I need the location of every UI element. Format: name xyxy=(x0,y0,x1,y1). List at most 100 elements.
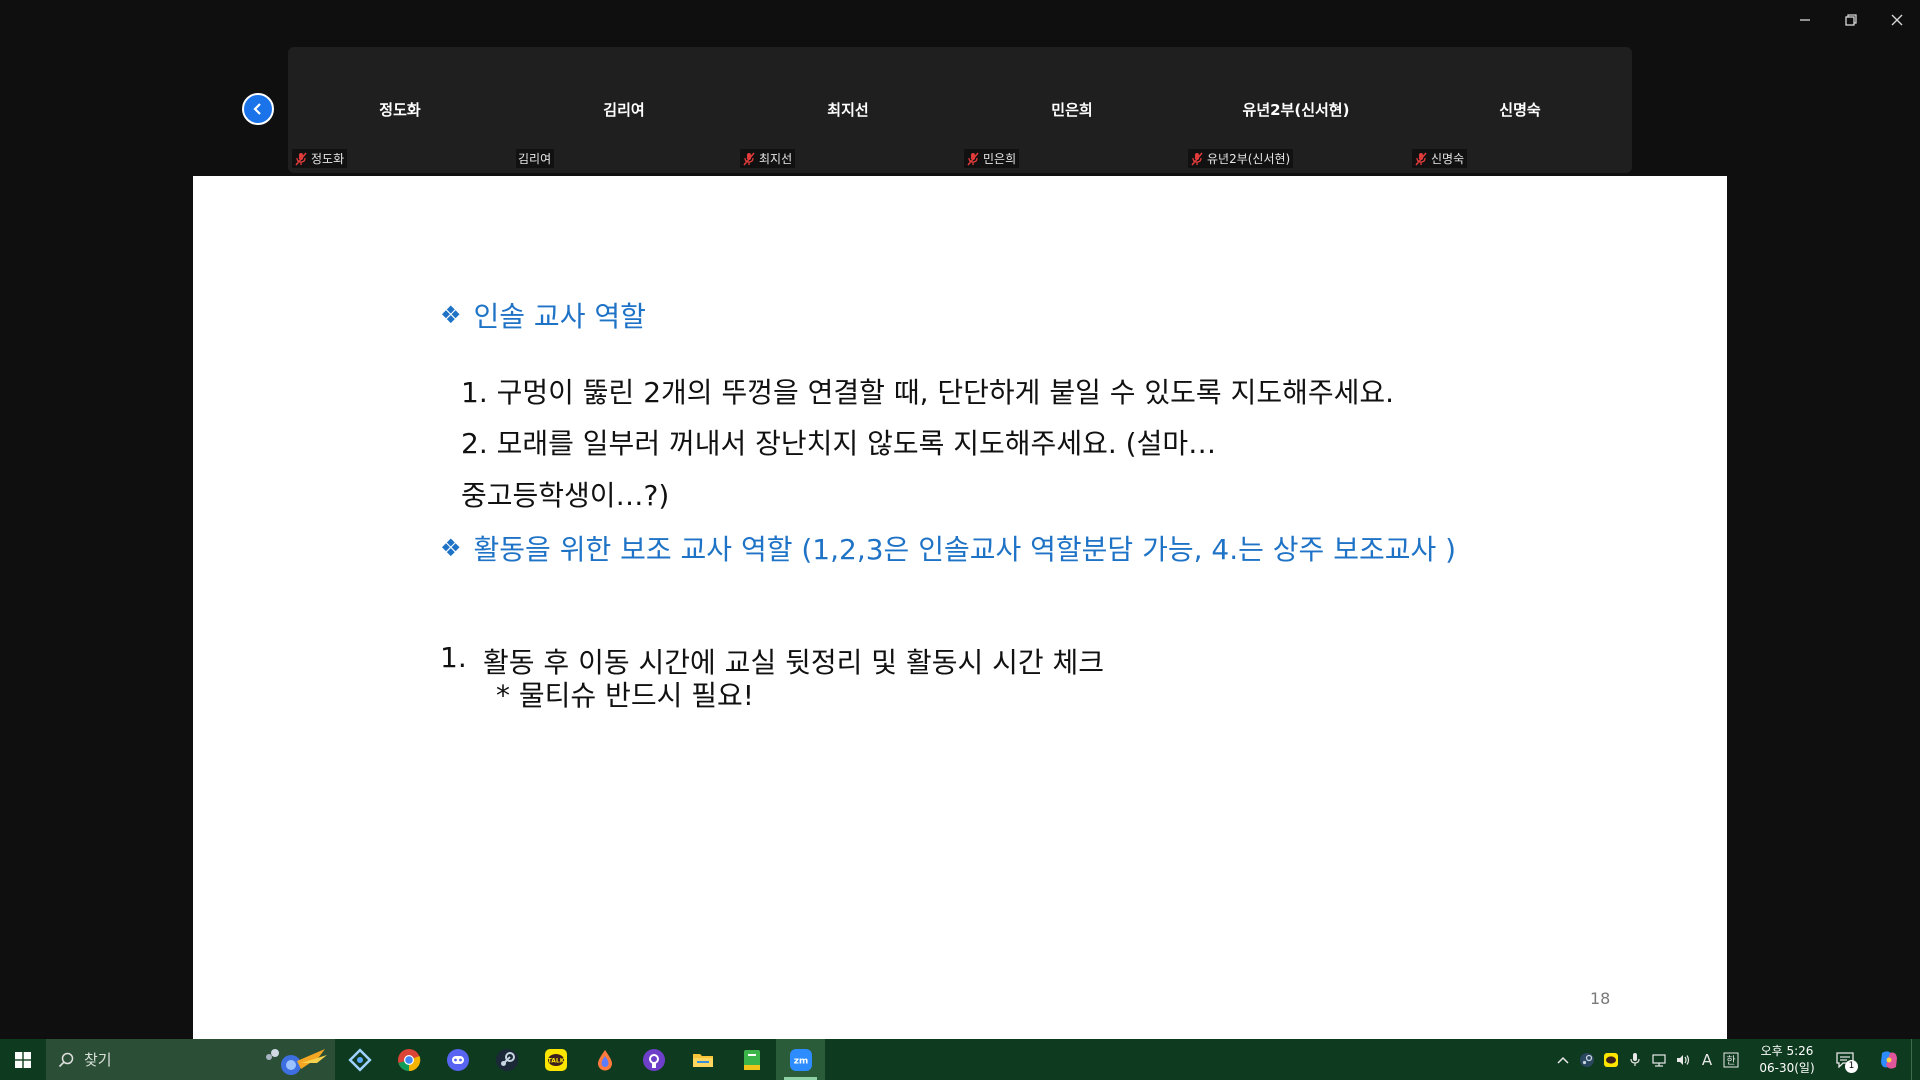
tray-steam[interactable] xyxy=(1575,1039,1599,1080)
tray-volume[interactable] xyxy=(1671,1039,1695,1080)
mic-muted-icon xyxy=(743,152,755,165)
slide-heading-text: 인솔 교사 역할 xyxy=(473,300,646,333)
taskbar-app-chrome[interactable] xyxy=(384,1039,433,1080)
participant-tile-name: 정도화 xyxy=(379,101,421,119)
collapse-video-strip-button[interactable] xyxy=(242,93,274,125)
start-button[interactable] xyxy=(0,1039,46,1080)
slide-item-number: 1. xyxy=(440,641,467,674)
system-tray: A 한 오후 5:26 06-30(일) 1 xyxy=(1551,1039,1920,1080)
copilot-icon xyxy=(1881,1050,1897,1069)
taskbar-app-drop[interactable] xyxy=(580,1039,629,1080)
water-drop-app-icon xyxy=(597,1049,612,1070)
taskbar-app-kakaotalk[interactable]: TALK xyxy=(531,1039,580,1080)
participant-tile[interactable]: 민은희 민은희 xyxy=(960,47,1184,173)
svg-text:zm: zm xyxy=(793,1056,808,1066)
network-icon xyxy=(1652,1053,1666,1067)
ime-indicator[interactable]: A xyxy=(1695,1039,1719,1080)
participant-name-label: 유년2부(신서현) xyxy=(1188,149,1294,168)
participant-tile[interactable]: 신명숙 신명숙 xyxy=(1408,47,1632,173)
slide-line: 중고등학생이…?) xyxy=(461,479,670,512)
microphone-icon xyxy=(1630,1052,1640,1066)
participant-tile[interactable]: 유년2부(신서현) 유년2부(신서현) xyxy=(1184,47,1408,173)
participant-label-text: 김리여 xyxy=(518,152,552,166)
chrome-icon xyxy=(397,1048,420,1071)
taskbar: 찾기 TALK zm A 한 오후 5:26 06-30(일) 1 xyxy=(0,1039,1920,1080)
taskbar-app-file-explorer[interactable] xyxy=(678,1039,727,1080)
clock-time: 오후 5:26 xyxy=(1760,1043,1814,1058)
participant-name-label: 최지선 xyxy=(740,149,796,168)
discord-icon xyxy=(446,1048,469,1071)
minimize-icon xyxy=(1800,19,1810,21)
participant-tile[interactable]: 정도화 정도화 xyxy=(288,47,512,173)
restore-button[interactable] xyxy=(1828,0,1874,40)
slide-item-note: * 물티슈 반드시 필요! xyxy=(496,679,755,712)
participant-label-text: 최지선 xyxy=(759,152,793,166)
close-button[interactable] xyxy=(1874,0,1920,40)
notification-center-button[interactable]: 1 xyxy=(1823,1039,1867,1080)
participant-label-text: 신명숙 xyxy=(1431,152,1465,166)
participant-tile[interactable]: 최지선 최지선 xyxy=(736,47,960,173)
slide-page-number: 18 xyxy=(1590,989,1611,1008)
kakaotalk-icon: TALK xyxy=(544,1048,567,1071)
diamond-bullet-icon: ❖ xyxy=(440,301,462,329)
tray-microphone[interactable] xyxy=(1623,1039,1647,1080)
clock-date: 06-30(일) xyxy=(1759,1060,1815,1075)
mic-muted-icon xyxy=(295,152,307,165)
show-desktop-button[interactable] xyxy=(1911,1039,1920,1080)
participant-video-strip: 정도화 정도화 김리여 김리여 최지선 최지선 민은희 민은희 유년2부(신서현… xyxy=(288,47,1632,173)
search-highlight-illustration-icon xyxy=(266,1049,327,1075)
slide-line: 2. 모래를 일부러 꺼내서 장난치지 않도록 지도해주세요. (설마… xyxy=(461,427,1217,460)
participant-tile-name: 최지선 xyxy=(827,101,869,119)
taskbar-app-github[interactable] xyxy=(629,1039,678,1080)
participant-tile-name: 신명숙 xyxy=(1499,101,1541,119)
ime-mode-text: 한 xyxy=(1726,1055,1735,1067)
participant-tile[interactable]: 김리여 김리여 xyxy=(512,47,736,173)
slide-heading-text: 활동을 위한 보조 교사 역할 (1,2,3은 인솔교사 역할분담 가능, 4.… xyxy=(473,533,1457,566)
speaker-icon xyxy=(1677,1054,1690,1065)
copilot-button[interactable] xyxy=(1867,1039,1911,1080)
participant-label-text: 민은희 xyxy=(983,152,1017,166)
participant-tile-name: 김리여 xyxy=(603,101,645,119)
slide-line: 1. 구멍이 뚫린 2개의 뚜껑을 연결할 때, 단단하게 붙일 수 있도록 지… xyxy=(461,376,1395,409)
taskbar-app-discord[interactable] xyxy=(433,1039,482,1080)
restore-icon xyxy=(1845,14,1857,26)
mic-muted-icon xyxy=(1191,152,1203,165)
kakaotalk-tray-icon xyxy=(1604,1052,1618,1067)
notification-count-badge: 1 xyxy=(1845,1060,1858,1073)
taskbar-app-green-book[interactable] xyxy=(727,1039,776,1080)
taskbar-search-box[interactable]: 찾기 xyxy=(46,1039,335,1080)
shared-screen-slide: ❖ 인솔 교사 역할 1. 구멍이 뚫린 2개의 뚜껑을 연결할 때, 단단하게… xyxy=(193,176,1727,1039)
mic-muted-icon xyxy=(1415,152,1427,165)
participant-name-label: 정도화 xyxy=(292,149,348,168)
taskbar-app-settings[interactable] xyxy=(335,1039,384,1080)
participant-label-text: 유년2부(신서현) xyxy=(1207,152,1291,166)
github-icon xyxy=(642,1048,665,1071)
tray-kakaotalk[interactable] xyxy=(1599,1039,1623,1080)
close-icon xyxy=(1891,14,1903,26)
participant-tile-name: 민은희 xyxy=(1051,101,1093,119)
taskbar-app-steam[interactable] xyxy=(482,1039,531,1080)
participant-label-text: 정도화 xyxy=(311,152,345,166)
search-placeholder: 찾기 xyxy=(84,1051,112,1069)
ime-mode-icon: 한 xyxy=(1723,1052,1739,1067)
steam-tray-icon xyxy=(1580,1052,1594,1067)
search-icon xyxy=(58,1052,74,1067)
green-book-app-icon xyxy=(743,1049,760,1070)
ime-mode-indicator[interactable]: 한 xyxy=(1719,1039,1743,1080)
show-hidden-icons-button[interactable] xyxy=(1551,1039,1575,1080)
slide-heading-primary: ❖ 인솔 교사 역할 xyxy=(440,295,646,335)
settings-app-icon xyxy=(347,1047,372,1072)
taskbar-clock[interactable]: 오후 5:26 06-30(일) xyxy=(1751,1043,1823,1077)
steam-icon xyxy=(495,1048,518,1071)
chevron-left-icon xyxy=(253,103,261,115)
folder-icon xyxy=(692,1053,713,1067)
minimize-button[interactable] xyxy=(1782,0,1828,40)
windows-logo-icon xyxy=(15,1051,31,1068)
mic-muted-icon xyxy=(967,152,979,165)
window-controls xyxy=(1782,0,1920,40)
diamond-bullet-icon: ❖ xyxy=(440,534,462,562)
taskbar-app-zoom[interactable]: zm xyxy=(776,1039,825,1080)
slide-heading-secondary: ❖ 활동을 위한 보조 교사 역할 (1,2,3은 인솔교사 역할분담 가능, … xyxy=(440,528,1456,568)
participant-name-label: 김리여 xyxy=(516,149,555,168)
tray-network[interactable] xyxy=(1647,1039,1671,1080)
